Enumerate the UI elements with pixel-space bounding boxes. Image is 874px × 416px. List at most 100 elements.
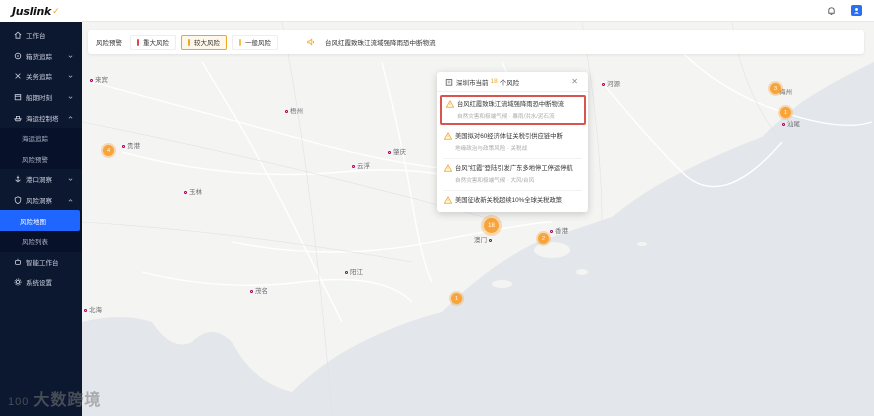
logo-text: Juslink (12, 4, 52, 18)
city-dot-icon (122, 144, 125, 148)
warning-icon (446, 100, 454, 108)
sidebar-item-label: 海运控制塔 (26, 115, 59, 123)
map-city-label: 河源 (602, 78, 620, 88)
risk-title: 台风红霞致珠江流域强降雨恐中断物流 (457, 101, 565, 108)
popup-risk-count: 18 (490, 78, 498, 85)
warning-icon (444, 196, 452, 204)
sidebar-subitem-risk-alert[interactable]: 风险预警 (0, 149, 82, 170)
map-city-label: 玉林 (184, 186, 202, 196)
popup-suffix: 个风险 (499, 79, 520, 87)
map-city-label: 汕尾 (782, 118, 800, 128)
filter-chip-general-risk[interactable]: 一般风险 (232, 34, 278, 50)
sidebar-item-label: 系统设置 (26, 280, 52, 288)
app-logo[interactable]: Juslink ✓ (0, 0, 82, 22)
sidebar-item-smart-workbench[interactable]: 智能工作台 (0, 252, 82, 273)
chevron-up-icon (68, 198, 73, 202)
risk-title: 美国征收新关税超续10%全球关税政策 (455, 197, 563, 204)
sidebar-item-settings[interactable]: 系统设置 (0, 272, 82, 293)
risk-list-item[interactable]: 美国征收新关税超续10%全球关税政策 (437, 191, 588, 222)
sidebar-nav: 工作台 箱货追踪 关务追踪 船期时刻 海运控制塔 海运追踪 风险预警 港口洞察 … (0, 22, 82, 293)
sidebar-item-label: 智能工作台 (26, 259, 59, 267)
sidebar-item-dashboard[interactable]: 工作台 (0, 25, 82, 46)
sidebar-item-label: 港口洞察 (26, 177, 52, 185)
city-risk-popup: 深圳市当前 18 个风险 ✕ 台风红霞致珠江流域强降雨恐中断物流 自然灾害和极端… (437, 72, 588, 212)
risk-title: 美国拟对60经济体征关税引供应链中断 (455, 133, 563, 140)
sidebar-item-label: 箱货追踪 (26, 53, 52, 61)
risk-category: 地缘政治与政策风险 · 关税战 (455, 146, 528, 152)
risk-marker[interactable]: 4 (103, 145, 114, 156)
sidebar-item-label: 关务追踪 (26, 74, 52, 82)
top-bar (82, 0, 874, 22)
sidebar-subitem-risk-list[interactable]: 风险列表 (0, 231, 82, 252)
filter-chip-large-risk[interactable]: 较大风险 (181, 34, 227, 50)
sidebar-subitem-risk-map[interactable]: 风险地图 (0, 210, 80, 231)
map-city-label: 肇庆 (388, 146, 406, 156)
city-dot-icon (782, 122, 785, 126)
speaker-icon (307, 38, 314, 46)
calendar-icon (13, 93, 22, 102)
popup-city-label: 深圳市当前 (456, 79, 489, 87)
sidebar-item-container-tracking[interactable]: 箱货追踪 (0, 46, 82, 67)
watermark-left: 100 (8, 396, 30, 408)
sidebar-item-port-insight[interactable]: 港口洞察 (0, 169, 82, 190)
chip-label: 一般风险 (245, 40, 271, 47)
bell-icon[interactable] (827, 6, 836, 16)
watermark: 100 大数跨境 (8, 386, 101, 410)
risk-ticker-text[interactable]: 台风红霞致珠江流域强降雨恐中断物流 (325, 37, 436, 47)
general-risk-icon (239, 38, 241, 46)
risk-list-item[interactable]: 台风"红霞"登陆引发广东多地停工停运停航 自然灾害和极端气候 · 大风/台风 (437, 159, 588, 190)
risk-marker[interactable]: 2 (538, 233, 549, 244)
risk-marker[interactable]: 1 (451, 293, 462, 304)
gear-icon (13, 278, 22, 287)
city-dot-icon (388, 150, 391, 154)
sidebar-item-schedule[interactable]: 船期时刻 (0, 87, 82, 108)
popup-header: 深圳市当前 18 个风险 (437, 72, 588, 92)
sidebar-item-label: 工作台 (26, 33, 46, 41)
risk-category: 自然灾害和极端气候 · 大风/台风 (455, 178, 535, 184)
city-dot-icon (352, 164, 355, 168)
user-icon (854, 8, 859, 14)
sidebar-subitem-sea-tracking[interactable]: 海运追踪 (0, 128, 82, 149)
risk-alert-bar: 风险预警 重大风险 较大风险 一般风险 台风红霞致珠江流域强降雨恐中断物流 (88, 30, 864, 54)
shield-icon (13, 196, 22, 205)
warning-icon (444, 164, 452, 172)
risk-alert-title: 风险预警 (96, 40, 122, 47)
map-city-label: 茂名 (250, 285, 268, 295)
risk-category: 自然灾害和极端气候 · 暴雨/洪水/泥石流 (457, 114, 555, 120)
filter-chip-major-risk[interactable]: 重大风险 (130, 34, 176, 50)
tracking-icon (13, 51, 22, 60)
risk-marker[interactable]: 3 (770, 83, 781, 94)
sidebar-item-label: 风险洞察 (26, 198, 52, 206)
ship-icon (13, 113, 22, 122)
logo-swoosh-icon: ✓ (52, 5, 60, 16)
close-icon[interactable]: ✕ (571, 77, 578, 86)
sidebar-item-customs-tracking[interactable]: 关务追踪 (0, 66, 82, 87)
sidebar-item-risk-insight[interactable]: 风险洞察 (0, 190, 82, 211)
warning-icon (444, 132, 452, 140)
large-risk-icon (188, 38, 190, 46)
chevron-up-icon (68, 116, 73, 120)
risk-list-item[interactable]: 台风红霞致珠江流域强降雨恐中断物流 自然灾害和极端气候 · 暴雨/洪水/泥石流 (440, 95, 586, 125)
watermark-right: 大数跨境 (33, 392, 102, 409)
chip-label: 较大风险 (194, 40, 220, 47)
chevron-down-icon (68, 75, 73, 79)
map-city-label: 北海 (84, 304, 102, 314)
sea-control-submenu: 海运追踪 风险预警 (0, 127, 82, 170)
user-avatar[interactable] (851, 5, 862, 16)
risk-marker[interactable]: 1 (780, 107, 791, 118)
map-city-label: 贵港 (122, 140, 140, 150)
risk-list-item[interactable]: 美国拟对60经济体征关税引供应链中断 地缘政治与政策风险 · 关税战 (437, 127, 588, 158)
map-city-label: 香港 (550, 225, 568, 235)
chevron-down-icon (68, 54, 73, 58)
city-dot-icon (285, 109, 288, 113)
city-dot-icon (602, 82, 605, 86)
city-dot-icon (550, 229, 553, 233)
port-icon (13, 175, 22, 184)
map-city-label: 来宾 (90, 74, 108, 84)
home-icon (13, 31, 22, 40)
city-dot-icon (345, 270, 348, 274)
map-city-label: 梧州 (285, 105, 303, 115)
risk-title: 台风"红霞"登陆引发广东多地停工停运停航 (455, 165, 573, 172)
sidebar-item-sea-control-tower[interactable]: 海运控制塔 (0, 107, 82, 128)
city-dot-icon (489, 238, 492, 242)
